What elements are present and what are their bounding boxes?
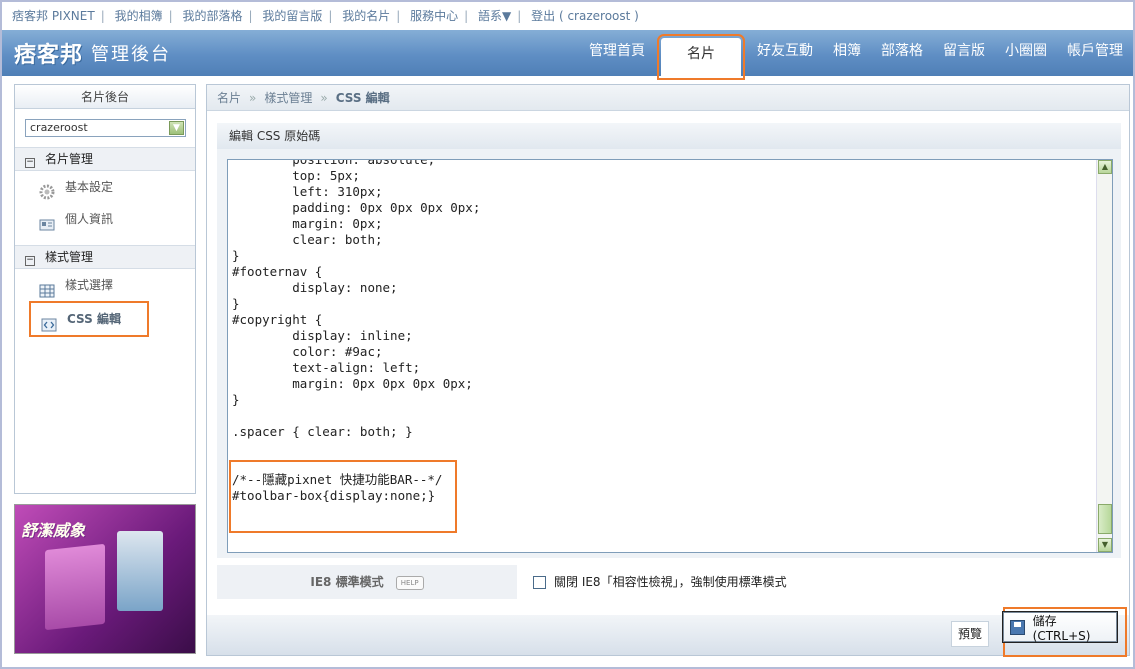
sidebar-item-label: 個人資訊 [65,212,114,226]
top-link-service[interactable]: 服務中心 [410,2,458,30]
tab-groups[interactable]: 小圈圈 [995,30,1057,76]
id-card-icon [39,212,55,231]
top-link-logout[interactable]: 登出 ( crazeroost ) [531,2,639,30]
chevron-right-icon: » [249,91,257,105]
sidebar-item-personal-info[interactable]: 個人資訊 [15,203,195,235]
tab-albums[interactable]: 相簿 [823,30,871,76]
window: 痞客邦 PIXNET | 我的相簿 | 我的部落格 | 我的留言版 | 我的名片 | 服務… [2,2,1133,667]
breadcrumb-item[interactable]: 樣式管理 [264,91,312,105]
ad-product-image [45,543,105,631]
sidebar-item-label: 基本設定 [65,180,114,194]
code-icon [41,312,57,332]
breadcrumb: 名片 » 樣式管理 » CSS 編輯 [207,85,1129,111]
highlight-box [229,460,457,533]
ie8-label-text: IE8 標準模式 [310,575,384,589]
top-link-card[interactable]: 我的名片 [342,2,390,30]
top-link-guestbook[interactable]: 我的留言版 [262,2,322,30]
ie8-compat-label: 關閉 IE8「相容性檢視」，強制使用標準模式 [554,575,787,589]
scroll-up-icon[interactable]: ▲ [1098,160,1112,174]
breadcrumb-item[interactable]: 名片 [217,91,241,105]
chevron-down-icon[interactable]: ▼ [169,121,184,135]
tab-guestbook[interactable]: 留言版 [933,30,995,76]
chevron-right-icon: » [320,91,328,105]
floppy-disk-icon [1010,619,1025,635]
sidebar-item-style-select[interactable]: 樣式選擇 [15,269,195,301]
main-nav: 管理首頁 名片 好友互動 相簿 部落格 留言版 小圈圈 帳戶管理 [579,30,1133,80]
collapse-icon[interactable]: − [25,256,35,266]
sidebar-item-label: CSS 編輯 [67,312,121,326]
account-select-value: crazeroost [30,121,88,134]
gear-icon [39,180,55,200]
header-bar: 痞客邦 管理後台 管理首頁 名片 好友互動 相簿 部落格 留言版 小圈圈 帳戶管… [2,30,1133,80]
collapse-icon[interactable]: − [25,158,35,168]
sidebar-section-label: 名片管理 [45,152,94,166]
scrollbar[interactable]: ▲ ▼ [1096,160,1112,552]
scrollbar-thumb[interactable] [1098,504,1112,534]
header-subtitle: 管理後台 [91,44,172,65]
scroll-down-icon[interactable]: ▼ [1098,538,1112,552]
sidebar-item-css-edit[interactable]: CSS 編輯 [29,301,149,337]
grid-icon [39,278,55,298]
logo[interactable]: 痞客邦 管理後台 [14,38,171,68]
sidebar-section-label: 樣式管理 [45,250,94,264]
ie8-compat-option[interactable]: 關閉 IE8「相容性檢視」，強制使用標準模式 [533,565,787,599]
ie8-compat-checkbox[interactable] [533,575,546,589]
help-badge[interactable]: HELP [395,575,424,590]
ie8-mode-row: IE8 標準模式 HELP 關閉 IE8「相容性檢視」，強制使用標準模式 [217,565,1121,599]
css-code-textarea[interactable]: position: absolute; top: 5px; left: 310p… [227,159,1113,553]
sidebar-section-card[interactable]: − 名片管理 [15,147,195,171]
preview-button[interactable]: 預覽 [950,621,989,647]
highlight-box: 儲存 (CTRL+S) [1002,607,1127,657]
top-links-bar: 痞客邦 PIXNET | 我的相簿 | 我的部落格 | 我的留言版 | 我的名片 | 服務… [2,2,1133,30]
logo-text: 痞客邦 [14,43,84,68]
top-link-pixnet[interactable]: 痞客邦 PIXNET [12,2,95,30]
tab-blog[interactable]: 部落格 [871,30,933,76]
sidebar-title: 名片後台 [15,85,195,109]
sidebar-item-basic-settings[interactable]: 基本設定 [15,171,195,203]
sidebar-section-style[interactable]: − 樣式管理 [15,245,195,269]
tab-account[interactable]: 帳戶管理 [1057,30,1133,76]
tab-card[interactable]: 名片 [657,34,745,80]
save-button[interactable]: 儲存 (CTRL+S) [1002,611,1118,643]
top-link-language[interactable]: 語系▼ [478,2,511,30]
sidebar-item-label: 樣式選擇 [65,278,114,292]
main-panel: 名片 » 樣式管理 » CSS 編輯 編輯 CSS 原始碼 position: abso… [206,84,1130,657]
editor-title: 編輯 CSS 原始碼 [217,123,1121,149]
css-code-content: position: absolute; top: 5px; left: 310p… [232,159,481,503]
tab-friends[interactable]: 好友互動 [747,30,823,76]
top-link-blog[interactable]: 我的部落格 [182,2,242,30]
breadcrumb-current: CSS 編輯 [335,91,390,105]
sidebar: 名片後台 crazeroost ▼ − 名片管理 基本設定 個人資訊 − 樣式管理 [14,84,196,494]
ad-product-image [117,531,163,611]
ad-banner[interactable]: 舒潔威象 [14,504,196,654]
tab-home[interactable]: 管理首頁 [579,30,655,76]
account-select[interactable]: crazeroost ▼ [25,119,186,137]
ad-text: 舒潔威象 [21,521,86,540]
action-bar: 預覽 儲存 (CTRL+S) [207,607,1129,657]
top-link-albums[interactable]: 我的相簿 [115,2,163,30]
css-editor-panel: 編輯 CSS 原始碼 position: absolute; top: 5px;… [217,123,1121,558]
ie8-mode-label: IE8 標準模式 HELP [217,565,517,599]
save-button-label: 儲存 (CTRL+S) [1032,613,1091,643]
